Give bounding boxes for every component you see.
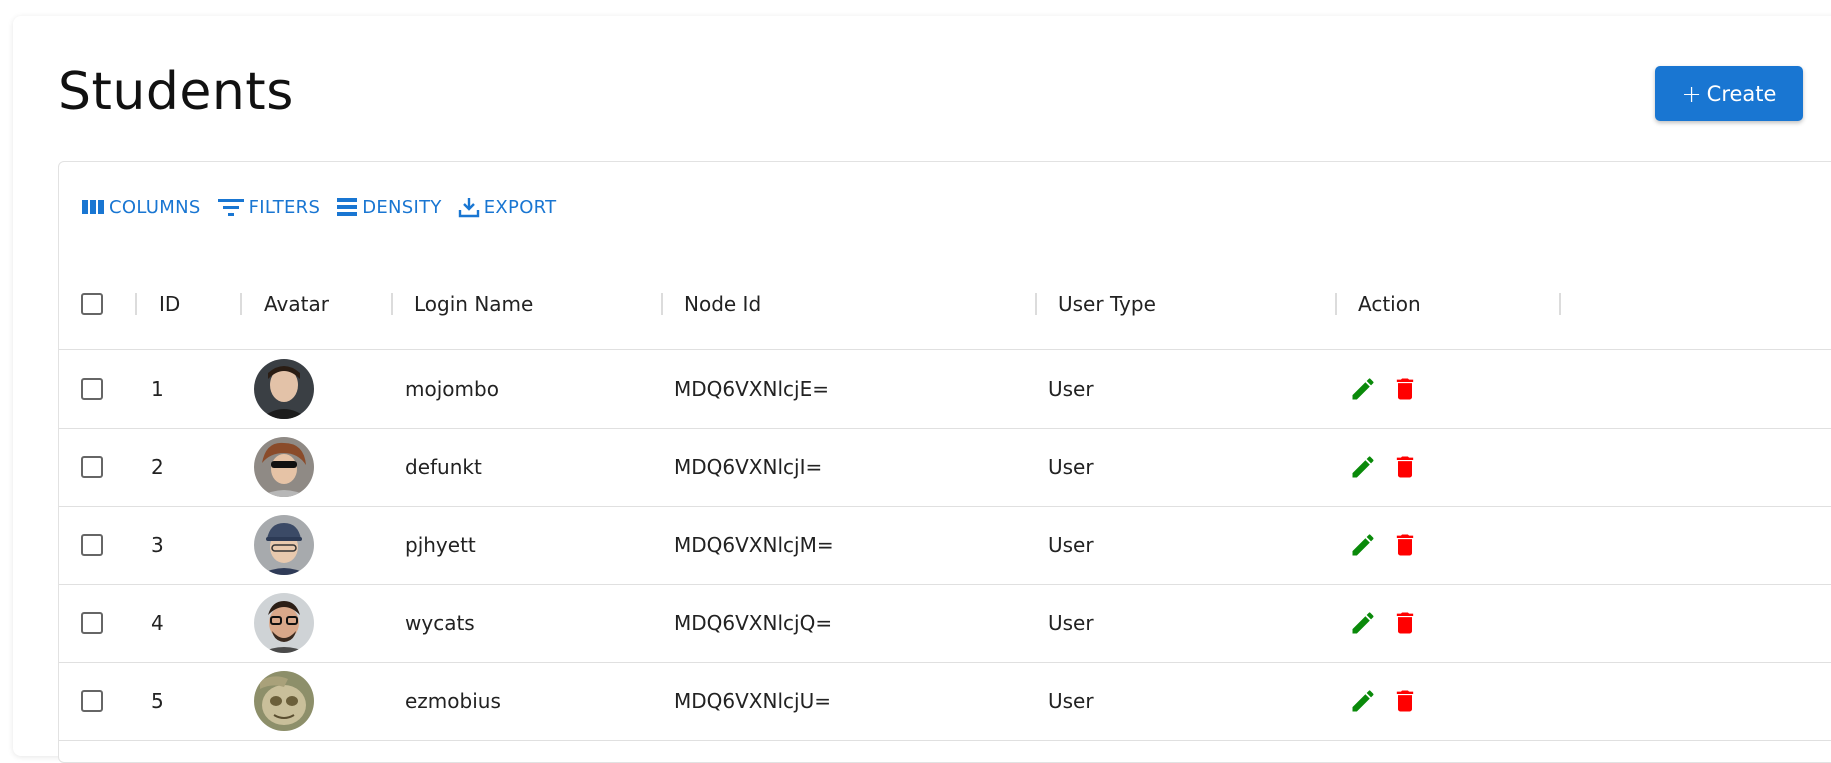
delete-icon[interactable]	[1391, 531, 1419, 559]
id-cell: 2	[151, 455, 164, 479]
login-name-cell: ezmobius	[405, 689, 501, 713]
login-name-cell: defunkt	[405, 455, 482, 479]
avatar	[254, 515, 314, 575]
login-name-cell: pjhyett	[405, 533, 476, 557]
filters-label: FILTERS	[248, 196, 321, 218]
edit-icon[interactable]	[1349, 375, 1377, 403]
density-button[interactable]: DENSITY	[336, 197, 442, 218]
row-checkbox[interactable]	[81, 690, 103, 712]
column-separator[interactable]	[1335, 293, 1337, 315]
columns-button[interactable]: COLUMNS	[81, 197, 201, 218]
column-header-node-id[interactable]: Node Id	[684, 259, 761, 349]
node-id-cell: MDQ6VXNlcjQ=	[674, 611, 833, 635]
row-checkbox[interactable]	[81, 456, 103, 478]
table-row[interactable]: 5 ezmobius MDQ6VXNlcjU= User	[59, 662, 1831, 741]
action-cell	[1349, 584, 1419, 662]
action-cell	[1349, 428, 1419, 506]
delete-icon[interactable]	[1391, 375, 1419, 403]
row-checkbox[interactable]	[81, 612, 103, 634]
id-cell: 5	[151, 689, 164, 713]
user-type-cell: User	[1048, 533, 1094, 557]
download-icon	[458, 198, 479, 218]
row-select-cell	[81, 350, 103, 428]
node-id-cell: MDQ6VXNlcjE=	[674, 377, 829, 401]
delete-icon[interactable]	[1391, 453, 1419, 481]
column-separator[interactable]	[391, 293, 393, 315]
filter-list-icon	[217, 199, 244, 216]
edit-icon[interactable]	[1349, 531, 1377, 559]
plus-icon: +	[1681, 79, 1702, 108]
column-separator[interactable]	[135, 293, 137, 315]
column-separator[interactable]	[1559, 293, 1561, 315]
login-name-cell: mojombo	[405, 377, 499, 401]
column-header-id[interactable]: ID	[159, 259, 180, 349]
action-cell	[1349, 350, 1419, 428]
students-data-grid: COLUMNS FILTERS DENSITY EXPORT ID Avatar…	[58, 161, 1831, 763]
user-type-cell: User	[1048, 455, 1094, 479]
id-cell: 3	[151, 533, 164, 557]
node-id-cell: MDQ6VXNlcjI=	[674, 455, 823, 479]
delete-icon[interactable]	[1391, 687, 1419, 715]
column-separator[interactable]	[661, 293, 663, 315]
create-button-label: Create	[1706, 81, 1777, 106]
column-separator[interactable]	[240, 293, 242, 315]
id-cell: 4	[151, 611, 164, 635]
edit-icon[interactable]	[1349, 453, 1377, 481]
node-id-cell: MDQ6VXNlcjU=	[674, 689, 831, 713]
column-header-login-name[interactable]: Login Name	[414, 259, 533, 349]
table-row[interactable]: 2 defunkt MDQ6VXNlcjI= User	[59, 428, 1831, 507]
page-title: Students	[58, 62, 294, 122]
user-type-cell: User	[1048, 377, 1094, 401]
export-label: EXPORT	[483, 196, 557, 218]
user-type-cell: User	[1048, 689, 1094, 713]
row-select-cell	[81, 506, 103, 584]
delete-icon[interactable]	[1391, 609, 1419, 637]
column-header-action[interactable]: Action	[1358, 259, 1421, 349]
id-cell: 1	[151, 377, 164, 401]
filters-button[interactable]: FILTERS	[217, 197, 321, 218]
action-cell	[1349, 662, 1419, 740]
avatar	[254, 359, 314, 419]
table-row[interactable]: 1 mojombo MDQ6VXNlcjE= User	[59, 350, 1831, 429]
select-all-cell	[81, 259, 103, 349]
edit-icon[interactable]	[1349, 687, 1377, 715]
column-header-user-type[interactable]: User Type	[1058, 259, 1156, 349]
row-checkbox[interactable]	[81, 534, 103, 556]
node-id-cell: MDQ6VXNlcjM=	[674, 533, 834, 557]
column-separator[interactable]	[1035, 293, 1037, 315]
grid-toolbar: COLUMNS FILTERS DENSITY EXPORT	[81, 196, 556, 218]
avatar-cell	[254, 428, 314, 506]
export-button[interactable]: EXPORT	[458, 196, 557, 218]
avatar	[254, 593, 314, 653]
row-select-cell	[81, 662, 103, 740]
login-name-cell: wycats	[405, 611, 475, 635]
row-select-cell	[81, 584, 103, 662]
view-column-icon	[82, 200, 104, 214]
avatar	[254, 437, 314, 497]
table-row[interactable]: 4 wycats MDQ6VXNlcjQ= User	[59, 584, 1831, 663]
avatar-cell	[254, 506, 314, 584]
avatar-cell	[254, 350, 314, 428]
columns-label: COLUMNS	[109, 196, 201, 218]
density-label: DENSITY	[362, 196, 442, 218]
column-header-avatar[interactable]: Avatar	[264, 259, 329, 349]
density-icon	[337, 198, 358, 216]
edit-icon[interactable]	[1349, 609, 1377, 637]
action-cell	[1349, 506, 1419, 584]
create-button[interactable]: + Create	[1655, 66, 1803, 121]
row-checkbox[interactable]	[81, 378, 103, 400]
select-all-checkbox[interactable]	[81, 293, 103, 315]
avatar	[254, 671, 314, 731]
row-select-cell	[81, 428, 103, 506]
user-type-cell: User	[1048, 611, 1094, 635]
grid-header-row: ID Avatar Login Name Node Id User Type A…	[59, 259, 1831, 350]
table-row[interactable]: 3 pjhyett MDQ6VXNlcjM= User	[59, 506, 1831, 585]
avatar-cell	[254, 584, 314, 662]
avatar-cell	[254, 662, 314, 740]
